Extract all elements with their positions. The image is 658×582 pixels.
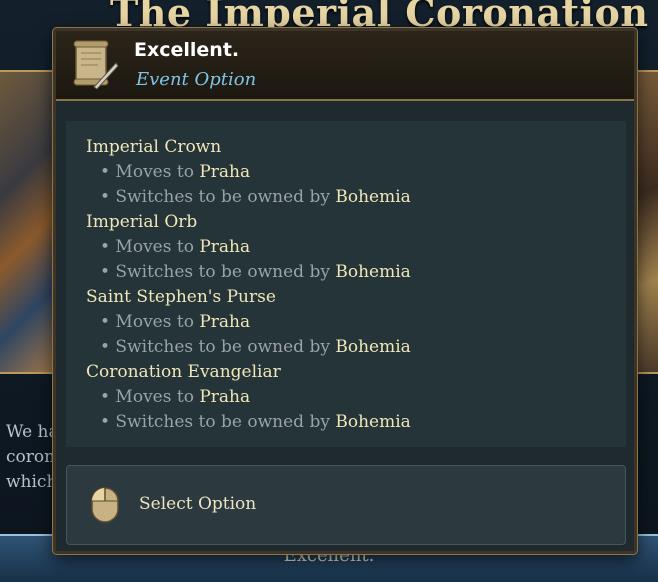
- effect-line-highlight: Praha: [199, 387, 251, 407]
- effect-line: • Moves to Praha: [66, 385, 626, 410]
- effect-line-highlight: Praha: [199, 237, 251, 257]
- effect-line: • Moves to Praha: [66, 160, 626, 185]
- event-description: We ha coron which: [6, 420, 56, 495]
- effect-group: Coronation Evangeliar • Moves to Praha • S…: [66, 360, 626, 435]
- mouse-left-click-icon: [91, 487, 119, 523]
- event-illustration-right: [634, 70, 658, 374]
- effect-line-text: • Moves to: [100, 312, 200, 332]
- event-description-line: which: [6, 472, 56, 492]
- effect-line: • Moves to Praha: [66, 310, 626, 335]
- effect-group: Saint Stephen's Purse • Moves to Praha • S…: [66, 285, 626, 360]
- effect-line-highlight: Bohemia: [335, 262, 411, 282]
- effect-item-name: Saint Stephen's Purse: [86, 287, 276, 307]
- event-description-line: coron: [6, 447, 56, 467]
- effect-line-text: • Moves to: [100, 237, 200, 257]
- tooltip-title: Excellent.: [134, 39, 240, 61]
- tooltip-header: Excellent. Event Option: [56, 31, 634, 101]
- event-description-line: We ha: [6, 422, 56, 442]
- effect-line-text: • Switches to be owned by: [100, 412, 336, 432]
- effect-line: • Switches to be owned by Bohemia: [66, 335, 626, 360]
- effect-group: Imperial Crown • Moves to Praha • Switches…: [66, 135, 626, 210]
- tooltip-subtitle: Event Option: [136, 69, 257, 90]
- effect-line: • Moves to Praha: [66, 235, 626, 260]
- effect-line-highlight: Bohemia: [335, 337, 411, 357]
- effect-item-name: Coronation Evangeliar: [86, 362, 281, 382]
- effect-line-text: • Switches to be owned by: [100, 337, 336, 357]
- effect-line-text: • Switches to be owned by: [100, 262, 336, 282]
- scroll-quill-icon: [73, 40, 119, 90]
- effect-line: • Switches to be owned by Bohemia: [66, 185, 626, 210]
- event-illustration-left: [0, 70, 60, 374]
- effect-item-name: Imperial Crown: [86, 137, 222, 157]
- event-option-tooltip: Excellent. Event Option Imperial Crown • …: [53, 28, 637, 554]
- effect-line-text: • Moves to: [100, 387, 200, 407]
- select-option-label: Select Option: [139, 494, 257, 514]
- effect-line: • Switches to be owned by Bohemia: [66, 260, 626, 285]
- effect-line: • Switches to be owned by Bohemia: [66, 410, 626, 435]
- effect-line-text: • Moves to: [100, 162, 200, 182]
- effect-line-text: • Switches to be owned by: [100, 187, 336, 207]
- effect-line-highlight: Praha: [199, 312, 251, 332]
- effect-item-name: Imperial Orb: [86, 212, 198, 232]
- effects-list: Imperial Crown • Moves to Praha • Switches…: [66, 121, 626, 435]
- effect-group: Imperial Orb • Moves to Praha • Switches t…: [66, 210, 626, 285]
- effects-panel: Imperial Crown • Moves to Praha • Switches…: [66, 121, 626, 447]
- effect-line-highlight: Bohemia: [335, 412, 411, 432]
- select-option-box[interactable]: Select Option: [66, 465, 626, 545]
- effect-line-highlight: Praha: [199, 162, 251, 182]
- effect-line-highlight: Bohemia: [335, 187, 411, 207]
